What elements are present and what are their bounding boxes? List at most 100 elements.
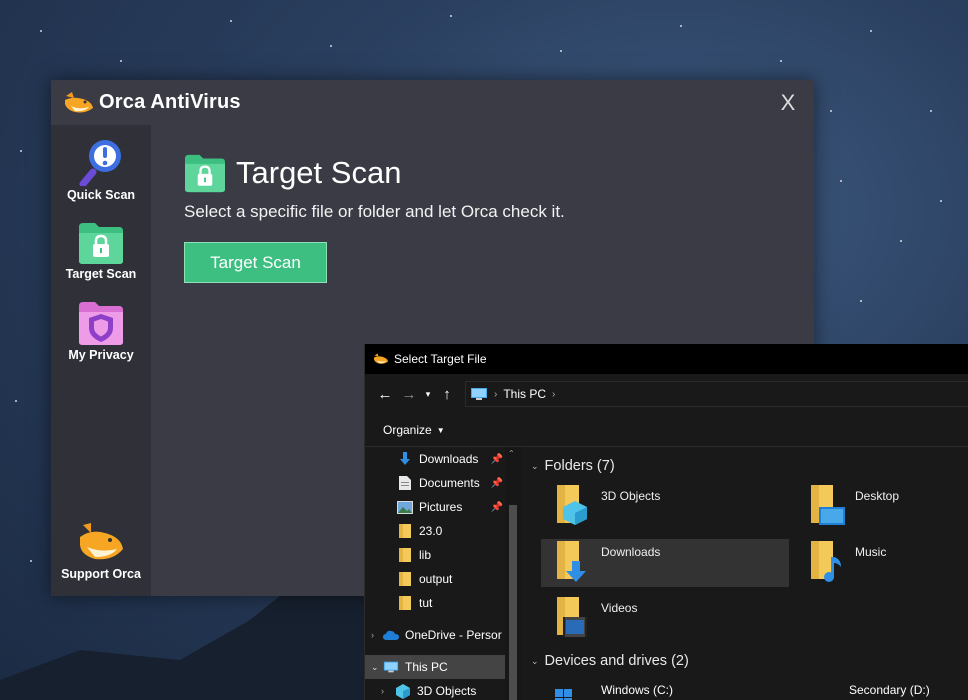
- nav-label: Support Orca: [61, 567, 141, 581]
- up-button[interactable]: ↑: [435, 382, 459, 406]
- tree-item-downloads[interactable]: Downloads 📌: [365, 447, 505, 471]
- windows-drive-icon: [555, 689, 572, 700]
- folder-icon: [397, 571, 413, 587]
- folder-videos-icon: [557, 597, 587, 637]
- orca-sidebar: Quick Scan Target Scan My Privacy Suppor…: [51, 125, 151, 596]
- app-title: Orca AntiVirus: [99, 91, 241, 113]
- magnifier-alert-icon: [79, 140, 121, 186]
- tree-item-label: tut: [419, 596, 433, 610]
- chevron-right-icon[interactable]: ›: [381, 686, 395, 696]
- target-scan-button[interactable]: Target Scan: [184, 242, 327, 283]
- nav-label: My Privacy: [68, 348, 134, 362]
- group-title: Folders (7): [544, 458, 615, 474]
- page-title: Target Scan: [236, 155, 402, 190]
- file-picker-dialog: Select Target File ← → ▾ ↑ › This PC › O…: [364, 344, 968, 700]
- nav-support-orca[interactable]: Support Orca: [51, 523, 151, 581]
- folder-icon: [397, 595, 413, 611]
- cloud-icon: [383, 627, 399, 643]
- folder-3d-objects-icon: [557, 485, 587, 525]
- tree-item-label: lib: [419, 548, 432, 562]
- dialog-navbar: ← → ▾ ↑ › This PC ›: [365, 374, 968, 414]
- tree-item-folder[interactable]: 23.0: [365, 519, 505, 543]
- folder-music-icon: [811, 541, 841, 582]
- tree-item-label: This PC: [405, 660, 448, 674]
- folder-tile-desktop[interactable]: Desktop: [795, 483, 968, 531]
- address-bar[interactable]: › This PC ›: [465, 381, 968, 407]
- nav-target-scan[interactable]: Target Scan: [51, 221, 151, 281]
- tree-item-3d-objects[interactable]: › 3D Objects: [365, 679, 505, 700]
- dialog-titlebar: Select Target File: [365, 344, 968, 374]
- back-button[interactable]: ←: [373, 382, 397, 406]
- devices-group-header[interactable]: ⌄ Devices and drives (2): [531, 653, 689, 669]
- tree-item-label: Documents: [419, 476, 480, 490]
- folders-group-header[interactable]: ⌄ Folders (7): [531, 458, 615, 474]
- drive-name: Secondary (D:): [849, 683, 930, 697]
- tree-item-label: OneDrive - Persor: [405, 628, 502, 642]
- folder-tile-downloads[interactable]: Downloads: [541, 539, 789, 587]
- tree-item-folder[interactable]: output: [365, 567, 505, 591]
- content-pane: ⌄ Folders (7) 3D Objects Desktop Downloa…: [525, 447, 968, 700]
- chevron-down-icon: ▼: [436, 425, 445, 435]
- tree-item-onedrive[interactable]: › OneDrive - Persor: [365, 623, 505, 647]
- drive-tile-c[interactable]: Windows (C:): [541, 675, 789, 700]
- arrow-up-icon: ↑: [443, 385, 451, 403]
- folder-name: Videos: [601, 601, 638, 615]
- scan-header: Target Scan: [184, 153, 401, 193]
- cube-icon: [395, 683, 411, 699]
- orca-logo-icon: [374, 353, 388, 364]
- tree-item-this-pc[interactable]: ⌄ This PC: [365, 655, 505, 679]
- computer-icon: [383, 659, 399, 675]
- drive-name: Windows (C:): [601, 683, 674, 697]
- folder-name: Music: [855, 545, 887, 559]
- document-icon: [397, 475, 413, 491]
- folder-tile-videos[interactable]: Videos: [541, 595, 789, 643]
- close-button[interactable]: X: [774, 89, 802, 117]
- tree-item-folder[interactable]: lib: [365, 543, 505, 567]
- download-arrow-icon: [397, 451, 413, 467]
- chevron-up-icon[interactable]: ⌃: [508, 449, 515, 458]
- chevron-down-icon[interactable]: ⌄: [371, 662, 383, 673]
- forward-button[interactable]: →: [397, 382, 421, 406]
- tree-item-label: 3D Objects: [417, 684, 477, 698]
- dialog-title: Select Target File: [394, 352, 487, 366]
- orca-logo-icon: [65, 91, 93, 112]
- drive-info: Secondary (D:): [849, 683, 968, 700]
- lock-folder-icon: [79, 223, 123, 264]
- folder-name: Desktop: [855, 489, 900, 503]
- organize-menu[interactable]: Organize: [383, 423, 432, 437]
- tree-item-folder[interactable]: tut: [365, 591, 505, 615]
- scrollbar-thumb[interactable]: [509, 505, 517, 700]
- chevron-down-icon: ⌄: [531, 460, 539, 471]
- tree-scrollbar[interactable]: ⌃: [505, 447, 521, 700]
- computer-icon: [471, 388, 487, 400]
- folder-tile-music[interactable]: Music: [795, 539, 968, 587]
- folder-desktop-icon: [811, 485, 845, 525]
- lock-folder-icon: [185, 154, 225, 193]
- tree-item-label: output: [419, 572, 453, 586]
- drive-info: Windows (C:): [601, 683, 789, 700]
- chevron-down-icon: ▾: [425, 388, 431, 399]
- pin-icon: 📌: [490, 501, 503, 513]
- nav-quick-scan[interactable]: Quick Scan: [51, 138, 151, 202]
- recent-locations-button[interactable]: ▾: [421, 382, 435, 406]
- folder-name: Downloads: [601, 545, 661, 559]
- chevron-down-icon: ⌄: [531, 655, 539, 666]
- nav-my-privacy[interactable]: My Privacy: [51, 300, 151, 362]
- folder-name: 3D Objects: [601, 489, 661, 503]
- address-path: This PC: [503, 387, 547, 401]
- close-icon: X: [780, 89, 796, 115]
- arrow-left-icon: ←: [377, 385, 393, 403]
- page-subtitle: Select a specific file or folder and let…: [184, 202, 565, 221]
- tree-item-pictures[interactable]: Pictures 📌: [365, 495, 505, 519]
- folder-tile-3d-objects[interactable]: 3D Objects: [541, 483, 789, 531]
- pictures-icon: [397, 499, 413, 515]
- chevron-right-icon[interactable]: ›: [371, 630, 383, 640]
- navigation-tree: Downloads 📌 Documents 📌 Pictures 📌 23.0 …: [365, 447, 521, 700]
- dialog-toolbar: Organize ▼: [365, 414, 968, 447]
- nav-label: Target Scan: [65, 267, 137, 281]
- tree-item-documents[interactable]: Documents 📌: [365, 471, 505, 495]
- drive-tile-d[interactable]: Secondary (D:): [795, 675, 968, 700]
- pin-icon: 📌: [490, 477, 503, 489]
- chevron-right-icon[interactable]: ›: [552, 389, 555, 400]
- folder-icon: [397, 547, 413, 563]
